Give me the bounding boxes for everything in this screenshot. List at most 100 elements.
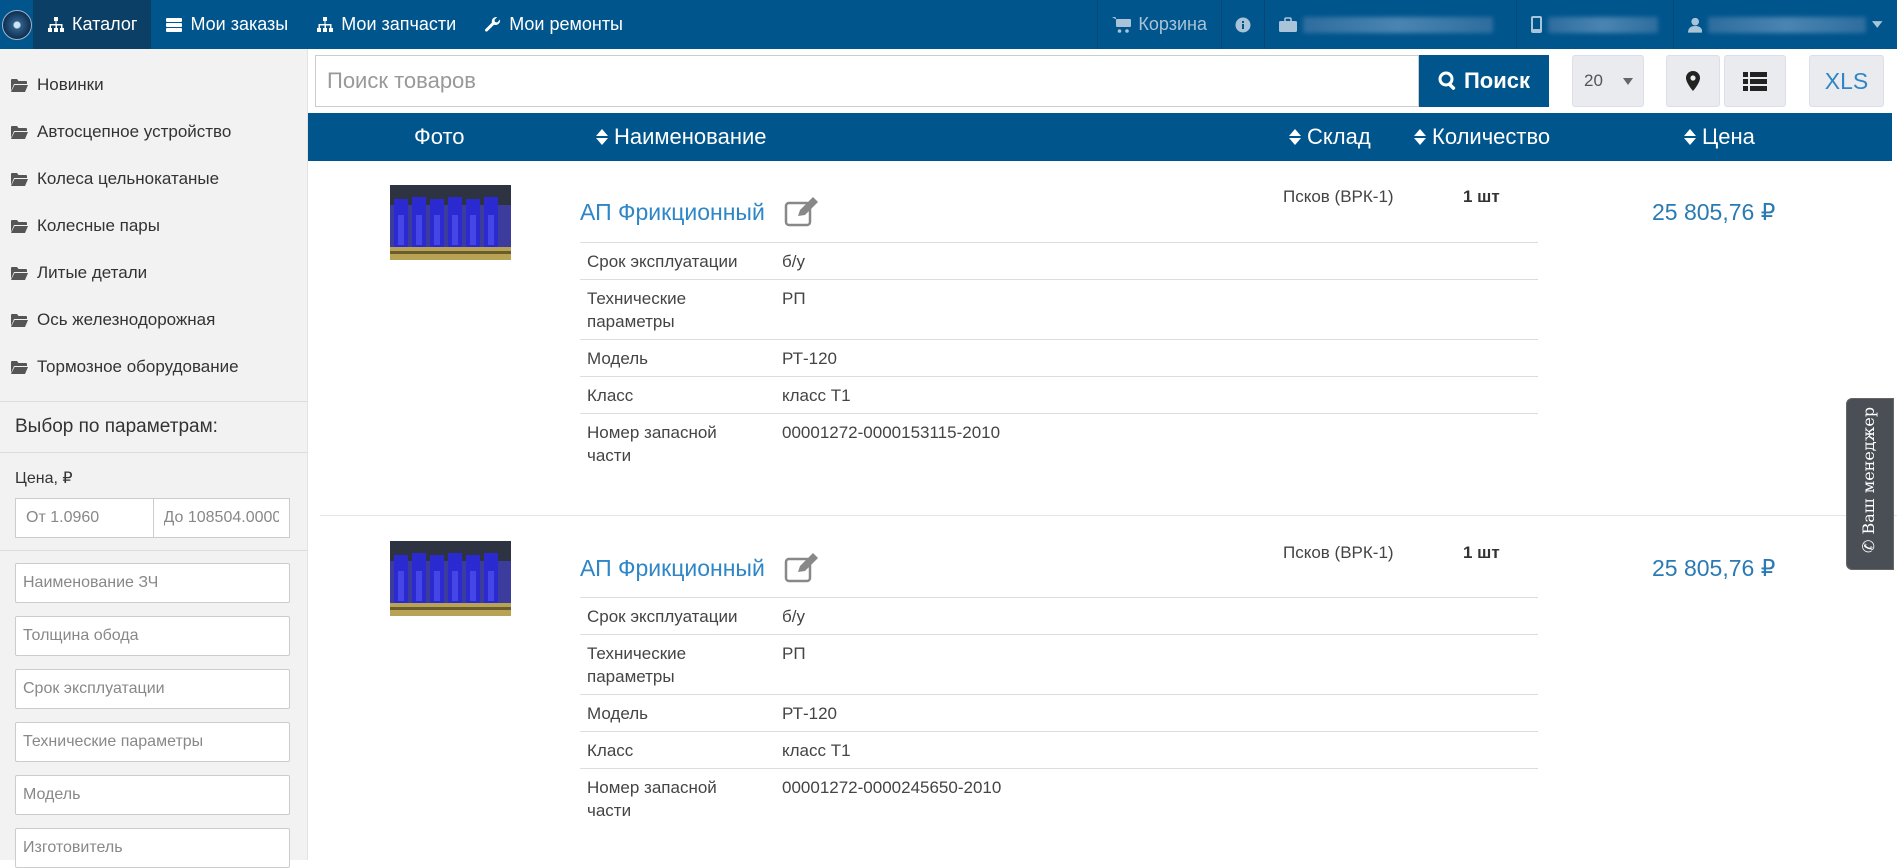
page-size-select[interactable]: 20 [1572,55,1644,107]
edit-icon[interactable] [784,197,818,227]
product-photo[interactable] [390,185,511,260]
spec-value: б/у [782,607,805,626]
spec-key: Модель [587,704,649,723]
product-name-link[interactable]: АП Фрикционный [580,199,765,226]
spec-key: Класс [587,741,634,760]
caret-down-icon [1872,21,1884,28]
spec-row: Номер запасной части 00001272-0000153115-… [580,414,1538,473]
product-specs: Срок эксплуатации б/у Технические парамет… [580,242,1538,473]
category-item-axle[interactable]: Ось железнодорожная [0,296,307,343]
column-stock-label: Склад [1307,124,1371,149]
column-header-name[interactable]: Наименование [596,113,767,161]
folder-open-icon [11,313,28,327]
spec-value: РП [782,289,806,308]
product-name-link[interactable]: АП Фрикционный [580,555,765,582]
company-name-redacted [1303,16,1493,33]
spec-row: Технические параметры РП [580,635,1538,695]
sort-icon [1684,129,1696,145]
xls-label: XLS [1824,67,1869,94]
nav-my-orders[interactable]: Мои заказы [151,0,302,49]
spec-row: Класс класс Т1 [580,377,1538,414]
filter-model-input[interactable] [15,775,290,815]
manager-tab-label: ✆ Ваш менеджер [1859,406,1878,553]
category-item-coupler[interactable]: Автосцепное устройство [0,108,307,155]
search-input[interactable] [315,55,1419,107]
username-redacted [1708,16,1867,33]
nav-my-parts[interactable]: Мои запчасти [302,0,470,49]
nav-cart[interactable]: Корзина [1097,0,1221,49]
nav-catalog[interactable]: Каталог [33,0,152,49]
spec-value: 00001272-0000245650-2010 [782,778,1002,797]
xls-export-button[interactable]: XLS [1809,55,1884,107]
filter-tech-params-input[interactable] [15,722,290,762]
filter-part-name-input[interactable] [15,563,290,603]
nav-phone[interactable] [1516,0,1673,49]
nav-my-orders-label: Мои заказы [190,14,289,34]
nav-company[interactable] [1264,0,1516,49]
product-row: АП Фрикционный Срок эксплуатации б/у Техн… [308,517,1897,860]
nav-catalog-label: Каталог [72,14,138,34]
spec-key: Срок эксплуатации [587,607,738,626]
search-icon [1438,71,1456,90]
your-manager-tab[interactable]: ✆ Ваш менеджер [1846,398,1894,570]
column-name-label: Наименование [614,124,767,149]
nav-info[interactable] [1221,0,1264,49]
product-stock: Псков (ВРК-1) [1283,187,1394,206]
product-qty: 1 шт [1463,187,1500,206]
briefcase-icon [1279,16,1297,32]
spec-row: Технические параметры РП [580,280,1538,340]
category-item-castings[interactable]: Литые детали [0,249,307,296]
spec-row: Срок эксплуатации б/у [580,598,1538,635]
price-label: Цена, ₽ [15,470,73,487]
product-photo[interactable] [390,541,511,616]
spec-row: Номер запасной части 00001272-0000245650-… [580,769,1538,828]
top-navbar: Каталог Мои заказы Мои запчасти Мои ремо… [0,0,1897,49]
manager-tab-text: Ваш менеджер [1859,406,1878,535]
column-header-stock[interactable]: Склад [1289,113,1371,161]
search-button[interactable]: Поиск [1419,55,1549,107]
price-from-input[interactable] [15,498,153,538]
category-item-wheelsets[interactable]: Колесные пары [0,202,307,249]
map-marker-icon [1686,71,1700,91]
category-label: Ось железнодорожная [37,309,216,329]
product-row: АП Фрикционный Срок эксплуатации б/у Техн… [308,161,1897,516]
column-qty-label: Количество [1432,124,1551,149]
folder-open-icon [11,172,28,186]
nav-cart-label: Корзина [1138,14,1207,34]
sitemap-icon [48,16,64,32]
product-specs: Срок эксплуатации б/у Технические парамет… [580,597,1538,828]
category-item-brakes[interactable]: Тормозное оборудование [0,343,307,390]
edit-icon[interactable] [784,553,818,583]
company-logo[interactable] [0,0,33,49]
column-header-qty[interactable]: Количество [1414,113,1550,161]
spec-key: Класс [587,386,634,405]
nav-user-menu[interactable] [1673,0,1897,49]
phone-redacted [1548,16,1658,33]
spec-value: РП [782,644,806,663]
params-title: Выбор по параметрам: [15,416,218,437]
sort-icon [1414,129,1426,145]
category-label: Тормозное оборудование [37,356,239,376]
sort-icon [596,129,608,145]
spec-key: Технические параметры [587,289,687,331]
filter-service-life-input[interactable] [15,669,290,709]
category-label: Колесные пары [37,215,160,235]
filter-rim-thickness-input[interactable] [15,616,290,656]
column-price-label: Цена [1702,124,1755,149]
filter-manufacturer-input[interactable] [15,828,290,868]
map-view-button[interactable] [1666,55,1720,107]
spec-key: Модель [587,349,649,368]
nav-my-repairs[interactable]: Мои ремонты [470,0,637,49]
shopping-cart-icon [1112,16,1132,33]
folder-open-icon [11,78,28,92]
category-item-new[interactable]: Новинки [0,61,307,108]
category-item-wheels[interactable]: Колеса цельнокатаные [0,155,307,202]
product-qty: 1 шт [1463,543,1500,562]
sitemap-icon [317,16,334,32]
column-header-price[interactable]: Цена [1684,113,1755,161]
table-header: Фото Наименование Склад Количество Цена [308,113,1892,161]
nav-my-parts-label: Мои запчасти [341,14,457,34]
list-view-button[interactable] [1724,55,1786,107]
spec-value: РТ-120 [782,704,837,723]
price-to-input[interactable] [152,498,290,538]
